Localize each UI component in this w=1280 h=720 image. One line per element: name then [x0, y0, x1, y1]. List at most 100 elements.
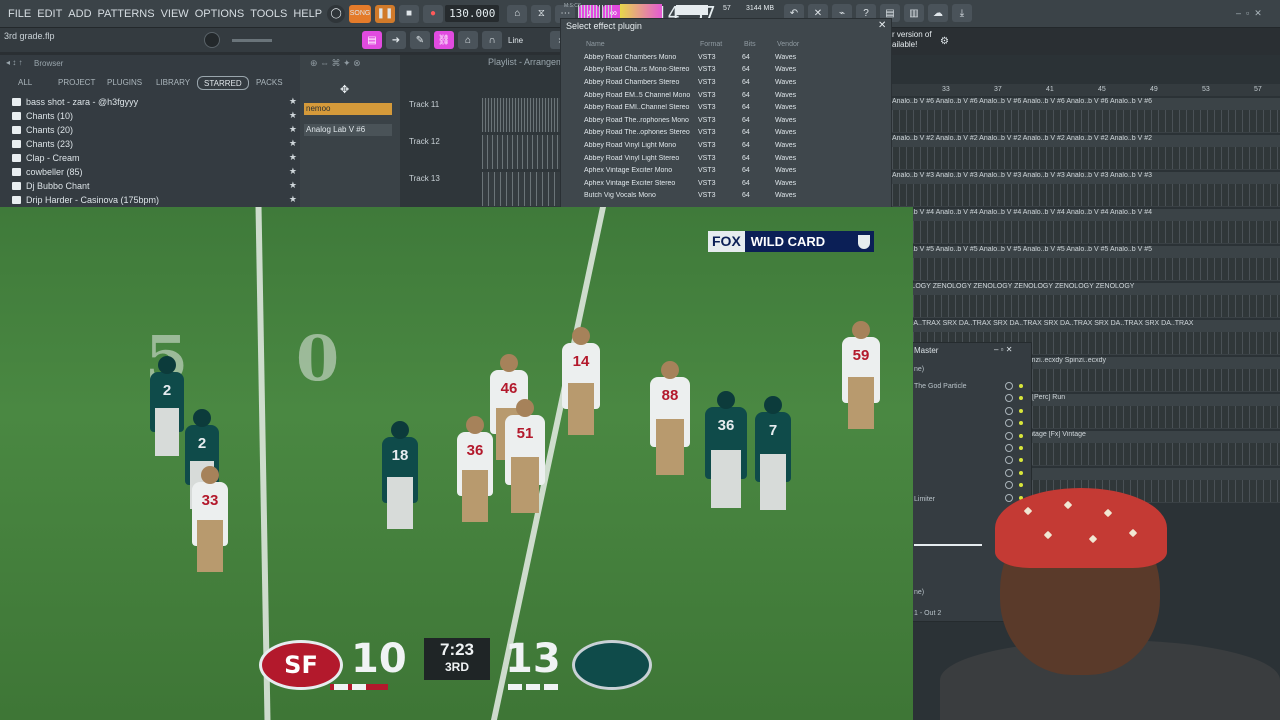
browser-item[interactable]: Clap - Cream ★ [12, 151, 297, 164]
browser-item[interactable]: cowbeller (85) ★ [12, 165, 297, 178]
slot-enable-led[interactable] [1019, 384, 1023, 388]
stop-icon[interactable]: ■ [399, 4, 420, 23]
plugin-row[interactable]: Abbey Road Chambers Mono VST3 64 Waves [584, 51, 880, 64]
notice-icon[interactable]: ⚙ [940, 36, 949, 47]
mixer-icon[interactable]: ▥ [904, 4, 924, 22]
slot-mix-knob[interactable] [1005, 444, 1013, 452]
track-label[interactable]: Track 12 [409, 137, 440, 146]
mixer-slot[interactable]: ne) [914, 366, 924, 373]
mixer-window-controls[interactable]: – ▫ ✕ [994, 345, 1012, 354]
track-label[interactable]: Track 11 [409, 100, 439, 109]
arrow-right-icon[interactable]: ➜ [386, 31, 406, 49]
master-pitch-slider[interactable] [232, 39, 272, 42]
arrangement-lane[interactable]: Analo..b V #2 Analo..b V #2 Analo..b V #… [892, 134, 1280, 170]
song-mode-button[interactable]: SONG [349, 4, 372, 23]
column-header-vendor[interactable]: Vendor [777, 41, 799, 48]
slot-mix-knob[interactable] [1005, 468, 1013, 477]
menu-add[interactable]: ADD [65, 8, 94, 20]
arrows-icon[interactable]: ✥ [340, 83, 349, 96]
browser-item[interactable]: bass shot - zara - @h3fgyyy ★ [12, 95, 297, 108]
pencil-icon[interactable]: ✎ [410, 31, 430, 49]
plugin-row[interactable]: Abbey Road Vinyl Light Stereo VST3 64 Waves [584, 152, 880, 165]
tab-project[interactable]: PROJECT [58, 76, 95, 90]
arrangement-lane[interactable]: Analo..b V #3 Analo..b V #3 Analo..b V #… [892, 171, 1280, 207]
update-notice[interactable]: r version of ailable! [892, 30, 932, 50]
menu-edit[interactable]: EDIT [34, 8, 65, 20]
menu-patterns[interactable]: PATTERNS [95, 8, 158, 20]
star-icon[interactable]: ★ [289, 96, 297, 107]
arrangement-lane[interactable]: Analo..b V #6 Analo..b V #6 Analo..b V #… [892, 97, 1280, 133]
plugin-row[interactable]: Butch Vig Vocals Mono VST3 64 Waves [584, 190, 880, 203]
mixer-slot[interactable]: Limiter [914, 496, 935, 503]
channel-row-nemoo[interactable]: nemoo [304, 103, 392, 115]
menu-file[interactable]: FILE [5, 8, 34, 20]
menu-options[interactable]: OPTIONS [192, 8, 248, 20]
channel-row-analog-lab[interactable]: Analog Lab V #6 [304, 124, 392, 136]
star-icon[interactable]: ★ [289, 124, 297, 135]
plugin-row[interactable]: Aphex Vintage Exciter Mono VST3 64 Waves [584, 164, 880, 177]
record-icon[interactable]: ● [423, 4, 444, 23]
tab-plugins[interactable]: PLUGINS [107, 76, 142, 90]
stamp-icon[interactable]: ⌂ [458, 31, 478, 49]
wait-icon[interactable]: ⧖ [531, 4, 552, 23]
tab-all[interactable]: ALL [18, 76, 32, 90]
plugin-row[interactable]: Abbey Road The..rophones Mono VST3 64 Waves [584, 114, 880, 127]
close-icon[interactable]: ✕ [878, 20, 886, 31]
chat-icon[interactable]: ☁ [928, 4, 948, 22]
slot-enable-led[interactable] [1019, 408, 1023, 413]
browser-item[interactable]: Chants (23) ★ [12, 137, 297, 150]
slot-enable-led[interactable] [1019, 470, 1023, 475]
plugin-row[interactable]: Abbey Road Vinyl Light Mono VST3 64 Waves [584, 139, 880, 152]
column-header-name[interactable]: Name [586, 41, 605, 48]
menu-view[interactable]: VIEW [158, 8, 192, 20]
tab-packs[interactable]: PACKS [256, 76, 283, 90]
column-header-bits[interactable]: Bits [744, 41, 756, 48]
playlist-clip[interactable] [482, 172, 562, 206]
mixer-slot[interactable]: ne) [914, 589, 924, 596]
metronome-icon[interactable]: ⌂ [507, 4, 528, 23]
arrangement-lane[interactable]: Analo..b V #4 Analo..b V #4 Analo..b V #… [892, 208, 1280, 244]
browser-nav-icon[interactable]: ◂ ↕ ↑ [6, 58, 22, 67]
minimize-icon[interactable]: – [1236, 8, 1241, 18]
star-icon[interactable]: ★ [289, 166, 297, 177]
star-icon[interactable]: ★ [289, 138, 297, 149]
magnet-icon[interactable]: ∩ [482, 31, 502, 49]
playlist-clip[interactable] [482, 98, 562, 132]
slot-enable-led[interactable] [1019, 446, 1023, 450]
column-header-format[interactable]: Format [700, 41, 722, 48]
browser-item[interactable]: Drip Harder - Casinova (175bpm) ★ [12, 193, 297, 206]
plugin-row[interactable]: Abbey Road The..ophones Stereo VST3 64 Wave… [584, 127, 880, 140]
slot-enable-led[interactable] [1019, 433, 1023, 438]
star-icon[interactable]: ★ [289, 180, 297, 191]
plugin-row[interactable]: Abbey Road Cha..rs Mono-Stereo VST3 64 Wave… [584, 64, 880, 77]
browser-item[interactable]: Dj Bubbo Chant ★ [12, 179, 297, 192]
timeline-ruler[interactable] [892, 84, 1280, 96]
menu-tools[interactable]: TOOLS [247, 8, 290, 20]
pause-icon[interactable]: ❚❚ [375, 4, 396, 23]
snap-select[interactable]: Line [508, 36, 548, 45]
track-label[interactable]: Track 13 [409, 174, 440, 183]
browser-item[interactable]: Chants (20) ★ [12, 123, 297, 136]
plugin-row[interactable]: Aphex Vintage Exciter Stereo VST3 64 Waves [584, 177, 880, 190]
playlist-clip[interactable] [482, 135, 562, 169]
master-volume-knob[interactable] [204, 32, 220, 48]
plugin-row[interactable]: Abbey Road EM..5 Channel Mono VST3 64 Waves [584, 89, 880, 102]
close-window-icon[interactable]: ✕ [1254, 8, 1262, 18]
slot-mix-knob[interactable] [1005, 382, 1013, 390]
slot-mix-knob[interactable] [1005, 406, 1013, 415]
pat-song-toggle-icon[interactable]: ◯ [327, 4, 346, 23]
star-icon[interactable]: ★ [289, 152, 297, 163]
download-icon[interactable]: ⤓ [952, 4, 972, 22]
link-icon[interactable]: ⛓ [434, 31, 454, 49]
maximize-icon[interactable]: ▫ [1246, 8, 1249, 18]
browser-item[interactable]: Chants (10) ★ [12, 109, 297, 122]
mixer-slot[interactable]: The God Particle [914, 383, 967, 390]
arrangement-lane[interactable]: ZENOLOGY ZENOLOGY ZENOLOGY ZENOLOGY ZENO… [892, 282, 1280, 318]
tempo-display[interactable]: 130.000 [445, 5, 500, 22]
star-icon[interactable]: ★ [289, 194, 297, 205]
tab-library[interactable]: LIBRARY [156, 76, 190, 90]
tab-starred[interactable]: STARRED [197, 76, 249, 90]
plugin-row[interactable]: Abbey Road EMI..Channel Stereo VST3 64 Wave… [584, 101, 880, 114]
playlist-view-icon[interactable]: ▤ [362, 31, 382, 49]
star-icon[interactable]: ★ [289, 110, 297, 121]
